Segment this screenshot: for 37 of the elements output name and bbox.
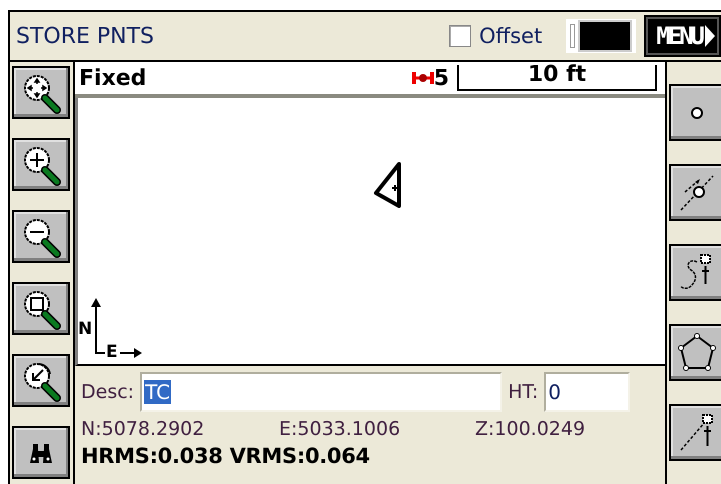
desc-field[interactable]: TC — [140, 372, 502, 412]
desc-label: Desc: — [81, 381, 134, 403]
scale-bar: 10 ft — [457, 65, 657, 91]
zoom-tool-button[interactable] — [12, 66, 70, 119]
zoom-tool-button[interactable] — [12, 210, 70, 263]
east-label: E — [106, 343, 118, 361]
zoom-tool-button[interactable] — [12, 354, 70, 407]
north-arrow-icon — [91, 298, 105, 354]
menu-button[interactable]: MENU — [646, 17, 719, 55]
coordinate-value: N:5078.2902 — [81, 418, 206, 440]
solution-status: Fixed — [79, 66, 148, 90]
offset-checkbox[interactable] — [449, 25, 472, 47]
rms-readout: HRMS:0.038 VRMS:0.064 — [81, 444, 371, 468]
screen-title: STORE PNTS — [16, 24, 156, 48]
coordinate-value: E:5033.1006 — [279, 418, 402, 440]
zoom-tool-button[interactable] — [12, 426, 70, 479]
satellite-icon — [412, 72, 434, 84]
point-marker-icon — [373, 162, 403, 208]
ht-field[interactable]: 0 — [544, 372, 630, 412]
store-tool-button[interactable] — [669, 164, 721, 221]
ht-label: HT: — [508, 381, 538, 403]
store-tool-button[interactable] — [669, 244, 721, 301]
arrow-icon — [705, 25, 715, 47]
coordinate-value: Z:100.0249 — [475, 418, 586, 440]
store-tool-button[interactable] — [669, 404, 721, 461]
polygon-icon — [677, 332, 717, 374]
zoom-tool-button[interactable] — [12, 282, 70, 335]
store-tool-button[interactable] — [669, 324, 721, 381]
satellite-count: 5 — [434, 66, 449, 90]
store-tool-button[interactable] — [669, 84, 721, 141]
east-arrow-icon — [120, 348, 142, 358]
point-icon — [689, 104, 705, 120]
map-canvas[interactable]: N E — [75, 98, 665, 366]
offset-label: Offset — [479, 24, 542, 48]
battery-icon — [566, 19, 636, 53]
zoom-tool-button[interactable] — [12, 138, 70, 191]
north-label: N — [78, 320, 92, 338]
